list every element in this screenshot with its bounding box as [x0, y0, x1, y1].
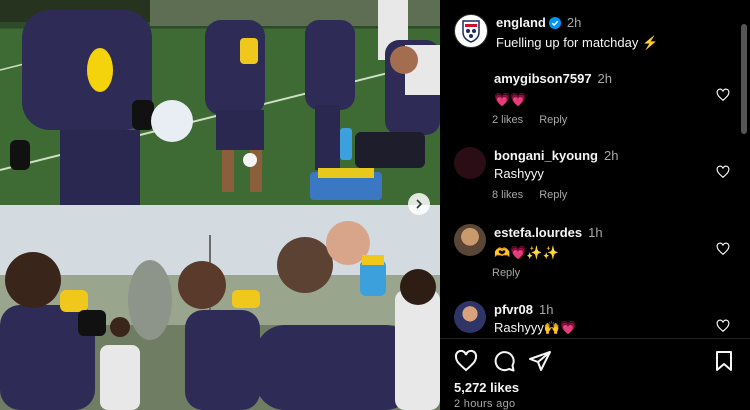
hydration-scene-illustration [0, 205, 440, 410]
comment-likes[interactable]: 8 likes [492, 189, 523, 201]
comments-list[interactable]: amygibson7597 2h 💗💗 2 likes Reply bongani_… [454, 70, 744, 340]
comment-time[interactable]: 1h [588, 225, 602, 240]
comment-username[interactable]: amygibson7597 [494, 71, 592, 86]
comment-text: 🫶💗✨✨ [494, 245, 559, 260]
comment-likes[interactable]: 2 likes [492, 114, 523, 126]
carousel-next-button[interactable] [408, 193, 430, 215]
save-bookmark-icon[interactable] [712, 349, 736, 373]
reply-button[interactable]: Reply [539, 189, 567, 201]
comment-time[interactable]: 1h [539, 302, 553, 317]
commenter-avatar[interactable] [454, 301, 486, 333]
comment-text: Rashyyy [494, 166, 544, 181]
share-send-icon[interactable] [528, 349, 552, 373]
england-crest-icon [462, 20, 480, 43]
training-scene-illustration [0, 0, 440, 205]
chevron-right-icon [416, 199, 423, 209]
like-comment-heart-icon[interactable] [716, 242, 730, 256]
comment-item: estefa.lourdes 1h 🫶💗✨✨ Reply [454, 224, 744, 301]
post-caption: england 2h Fuelling up for matchday ⚡ [454, 14, 658, 52]
post-media[interactable] [0, 0, 440, 410]
instagram-post-view: england 2h Fuelling up for matchday ⚡ amy… [0, 0, 750, 410]
comments-scrollbar[interactable] [740, 20, 748, 330]
commenter-avatar[interactable] [454, 224, 486, 256]
caption-text: Fuelling up for matchday ⚡ [496, 34, 658, 52]
commenter-avatar[interactable] [454, 147, 486, 179]
comment-time[interactable]: 2h [598, 71, 612, 86]
comment-item: pfvr08 1h Rashyyy🙌💗 [454, 301, 744, 340]
comment-meta: Reply [492, 267, 536, 279]
likes-count[interactable]: 5,272 likes [454, 380, 519, 395]
divider [440, 338, 750, 339]
training-photo-top [0, 0, 440, 205]
comment-username[interactable]: estefa.lourdes [494, 225, 582, 240]
reply-button[interactable]: Reply [492, 267, 520, 279]
lightning-emoji: ⚡ [641, 35, 659, 50]
caption-block: england 2h Fuelling up for matchday ⚡ [496, 14, 658, 52]
comment-item: amygibson7597 2h 💗💗 2 likes Reply [454, 70, 744, 147]
like-comment-heart-icon[interactable] [716, 165, 730, 179]
comment-meta: 2 likes Reply [492, 114, 583, 126]
comment-username[interactable]: bongani_kyoung [494, 148, 598, 163]
comment-item: bongani_kyoung 2h Rashyyy 8 likes Reply [454, 147, 744, 224]
commenter-avatar[interactable] [454, 70, 486, 102]
comment-text: Rashyyy🙌💗 [494, 320, 577, 335]
comment-bubble-icon[interactable] [492, 349, 516, 373]
comment-username[interactable]: pfvr08 [494, 302, 533, 317]
caption-text-body: Fuelling up for matchday [496, 35, 639, 50]
like-comment-heart-icon[interactable] [716, 88, 730, 102]
like-heart-icon[interactable] [454, 349, 478, 373]
comment-text: 💗💗 [494, 92, 527, 107]
posted-time[interactable]: 2 hours ago [454, 398, 515, 410]
post-side-panel: england 2h Fuelling up for matchday ⚡ amy… [440, 0, 750, 410]
action-bar [454, 349, 744, 373]
avatar[interactable] [454, 14, 488, 48]
post-time[interactable]: 2h [567, 15, 581, 30]
post-username[interactable]: england [496, 15, 546, 30]
comment-meta: 8 likes Reply [492, 189, 583, 201]
training-photo-bottom [0, 205, 440, 410]
verified-badge-icon [548, 16, 561, 34]
reply-button[interactable]: Reply [539, 114, 567, 126]
scrollbar-thumb[interactable] [741, 24, 747, 134]
like-comment-heart-icon[interactable] [716, 319, 730, 333]
comment-time[interactable]: 2h [604, 148, 618, 163]
